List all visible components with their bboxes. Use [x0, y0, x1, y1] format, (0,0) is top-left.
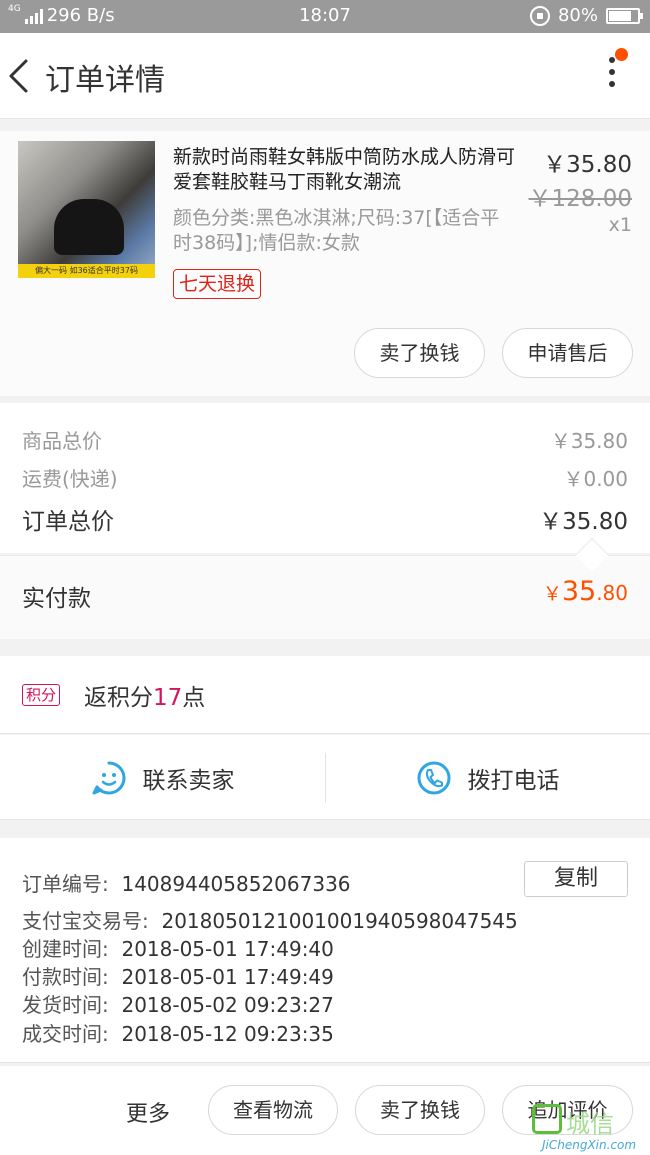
sell-for-cash-button-bottom[interactable]: 卖了换钱 [355, 1085, 485, 1135]
paid-integer: 35 [561, 576, 597, 607]
completed-time-row: 成交时间: 2018-05-12 09:23:35 [22, 1018, 334, 1047]
copy-button[interactable]: 复制 [524, 861, 628, 897]
product-quantity: x1 [608, 214, 632, 236]
contact-section: 联系卖家 拨打电话 [0, 735, 650, 820]
return-badge: 七天退换 [173, 269, 262, 299]
order-number-row: 订单编号: 140894405852067336 [22, 868, 351, 897]
product-original-price: ￥128.00 [528, 186, 632, 212]
paid-label: 实付款 [22, 586, 91, 612]
after-sale-button[interactable]: 申请售后 [502, 328, 633, 378]
back-arrow-icon[interactable] [4, 51, 44, 101]
info-label: 付款时间: [22, 965, 109, 989]
paid-currency: ￥ [542, 583, 562, 605]
watermark: 城信 JiChengXin.com [532, 1102, 650, 1155]
status-bar: 4G 296 B/s 18:07 80% [0, 0, 650, 33]
watermark-url: JiChengXin.com [542, 1138, 637, 1152]
shipping-label: 运费(快递) [22, 467, 118, 491]
more-button[interactable]: 更多 [126, 1096, 170, 1128]
header: 订单详情 [0, 33, 650, 119]
goods-total-label: 商品总价 [22, 429, 102, 453]
info-label: 创建时间: [22, 937, 109, 961]
battery-text: 80% [557, 5, 598, 26]
contact-seller-button[interactable]: 联系卖家 [0, 735, 325, 820]
created-time-value: 2018-05-01 17:49:40 [121, 937, 334, 961]
order-total-label: 订单总价 [22, 509, 114, 535]
points-count: 17 [153, 685, 183, 711]
goods-total-row: 商品总价 ￥35.80 [22, 425, 628, 454]
points-suffix: 点 [182, 685, 206, 711]
order-total-value: ￥35.80 [539, 509, 628, 535]
notification-dot [615, 48, 628, 61]
call-phone-button[interactable]: 拨打电话 [325, 735, 650, 820]
alipay-trade-row: 支付宝交易号: 2018050121001001940598047545 [22, 905, 518, 934]
points-section: 积分 返积分17点 [0, 656, 650, 734]
order-total-row: 订单总价 ￥35.80 [22, 502, 628, 536]
boot-shape [54, 199, 124, 255]
product-image-banner: 偏大一码 如36适合平时37码 [18, 264, 155, 278]
completed-time-value: 2018-05-12 09:23:35 [121, 1022, 334, 1046]
created-time-row: 创建时间: 2018-05-01 17:49:40 [22, 933, 334, 962]
phone-icon [417, 761, 450, 794]
points-text: 返积分17点 [84, 678, 205, 712]
paid-decimal: .80 [596, 581, 628, 605]
battery-icon [606, 7, 643, 24]
paid-time-value: 2018-05-01 17:49:49 [121, 965, 334, 989]
info-label: 成交时间: [22, 1022, 109, 1046]
order-number-value[interactable]: 140894405852067336 [121, 872, 350, 896]
watermark-logo-icon [532, 1104, 562, 1134]
info-label: 支付宝交易号: [22, 909, 149, 933]
points-prefix: 返积分 [84, 685, 153, 711]
shipping-value: ￥0.00 [563, 467, 628, 491]
call-phone-label: 拨打电话 [467, 767, 560, 794]
product-spec: 颜色分类:黑色冰淇淋;尺码:37[【适合平时38码】];情侣款:女款 [173, 207, 500, 254]
product-card[interactable]: 偏大一码 如36适合平时37码 新款时尚雨鞋女韩版中筒防水成人防滑可爱套鞋胶鞋马… [0, 131, 650, 396]
price-summary: 商品总价 ￥35.80 运费(快递) ￥0.00 订单总价 ￥35.80 [0, 403, 650, 553]
more-menu-icon[interactable] [602, 57, 622, 97]
product-price: ￥35.80 [543, 152, 632, 178]
goods-total-value: ￥35.80 [550, 429, 628, 453]
status-right: 80% [529, 5, 643, 26]
page-title: 订单详情 [45, 63, 165, 98]
shipped-time-value: 2018-05-02 09:23:27 [121, 993, 334, 1017]
alipay-trade-value: 2018050121001001940598047545 [161, 909, 518, 933]
product-title[interactable]: 新款时尚雨鞋女韩版中筒防水成人防滑可爱套鞋胶鞋马丁雨靴女潮流 [173, 145, 523, 195]
shipped-time-row: 发货时间: 2018-05-02 09:23:27 [22, 989, 334, 1018]
shipping-row: 运费(快递) ￥0.00 [22, 463, 628, 492]
rotation-lock-icon [529, 5, 550, 26]
order-info: 订单编号: 140894405852067336 复制 支付宝交易号: 2018… [0, 838, 650, 1063]
info-label: 订单编号: [22, 872, 109, 896]
paid-time-row: 付款时间: 2018-05-01 17:49:49 [22, 961, 334, 990]
watermark-text: 城信 [566, 1110, 614, 1138]
paid-section: 实付款 ￥35.80 [0, 538, 650, 639]
info-label: 发货时间: [22, 993, 109, 1017]
contact-seller-label: 联系卖家 [142, 767, 235, 794]
view-logistics-button[interactable]: 查看物流 [208, 1085, 338, 1135]
paid-amount: ￥35.80 [543, 576, 628, 607]
chat-bubble-icon [92, 761, 125, 794]
product-image[interactable]: 偏大一码 如36适合平时37码 [18, 141, 155, 278]
points-badge: 积分 [22, 684, 61, 706]
battery-fill [609, 10, 631, 21]
sell-for-cash-button[interactable]: 卖了换钱 [354, 328, 485, 378]
